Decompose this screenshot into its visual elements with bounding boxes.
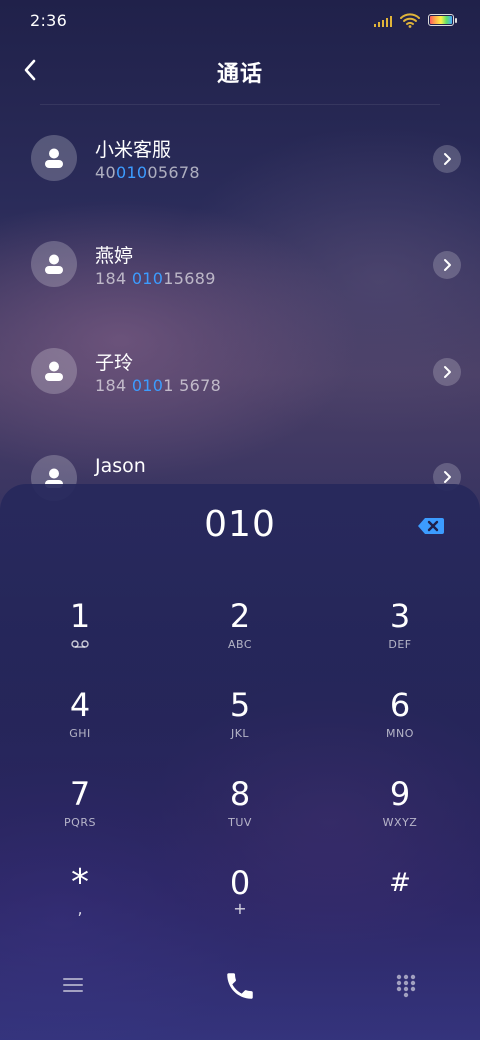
key-digit: * [71,862,89,903]
avatar [31,135,77,181]
contact-detail-button[interactable] [433,251,461,279]
status-time: 2:36 [30,11,68,30]
header: 通话 [0,46,480,94]
contact-name: 小米客服 [95,139,172,161]
key-digit: 2 [229,597,251,635]
avatar [31,348,77,394]
backspace-button[interactable] [416,514,446,538]
chevron-right-icon [444,471,451,483]
header-divider [40,104,440,105]
dialer-bottom-bar [0,950,480,1020]
dialpad-icon [396,974,416,998]
contact-detail-button[interactable] [433,145,461,173]
phone-icon [227,973,253,999]
key-digit: # [389,868,411,898]
chevron-right-icon [444,366,451,378]
key-2[interactable]: 2 ABC [180,598,300,668]
contact-number: 4001005678 [95,163,200,182]
voicemail-icon [71,640,89,648]
call-button[interactable] [218,964,262,1008]
key-3[interactable]: 3 DEF [340,598,460,668]
key-digit: 4 [69,686,91,724]
key-star[interactable]: * , [20,865,140,935]
menu-icon [63,978,83,992]
page-title: 通话 [216,62,263,87]
key-letters: , [77,899,83,918]
chevron-right-icon [444,259,451,271]
status-icons [374,12,457,28]
key-letters: TUV [228,816,252,829]
key-letters: PQRS [64,816,96,829]
key-hash[interactable]: # [340,865,460,935]
key-digit: 0 [229,864,251,902]
key-digit: 9 [389,775,411,813]
key-letters: DEF [388,638,412,651]
key-5[interactable]: 5 JKL [180,687,300,757]
key-4[interactable]: 4 GHI [20,687,140,757]
key-digit: 8 [229,775,251,813]
contact-name: Jason [95,455,146,477]
contact-row[interactable]: 小米客服 4001005678 [0,108,480,208]
key-digit: 6 [389,686,411,724]
key-letters: JKL [230,727,250,740]
key-0[interactable]: 0 + [180,865,300,935]
contact-number: 184 0101 5678 [95,376,222,395]
contact-number: 184 01015689 [95,269,216,288]
dial-input-display[interactable]: 010 [0,504,480,545]
key-letters: + [233,899,247,918]
menu-button[interactable] [60,972,86,998]
status-bar: 2:36 [0,0,480,42]
contact-name: 燕婷 [95,245,134,267]
key-1[interactable]: 1 [20,598,140,668]
contact-name: 子玲 [95,352,134,374]
key-digit: 7 [69,775,91,813]
signal-icon [374,13,392,27]
contact-detail-button[interactable] [433,358,461,386]
battery-icon [428,14,457,26]
key-digit: 3 [389,597,411,635]
wifi-icon [400,13,420,28]
contact-row[interactable]: 子玲 184 0101 5678 [0,321,480,421]
backspace-icon [418,518,444,534]
key-digit: 1 [69,597,91,635]
key-9[interactable]: 9 WXYZ [340,776,460,846]
key-8[interactable]: 8 TUV [180,776,300,846]
key-letters: ABC [227,638,253,651]
person-icon [45,254,63,274]
key-letters: GHI [69,727,91,740]
chevron-right-icon [444,153,451,165]
key-letters: MNO [386,727,414,740]
contact-row[interactable]: 燕婷 184 01015689 [0,214,480,314]
avatar [31,241,77,287]
key-7[interactable]: 7 PQRS [20,776,140,846]
person-icon [45,361,63,381]
key-letters: WXYZ [382,816,418,829]
key-6[interactable]: 6 MNO [340,687,460,757]
person-icon [45,148,63,168]
key-digit: 5 [229,686,251,724]
dialer-panel: 010 1 2 ABC 3 DEF 4 GHI 5 JKL 6 MNO 7 PQ… [0,484,480,1040]
dialpad-toggle-button[interactable] [392,972,420,1000]
